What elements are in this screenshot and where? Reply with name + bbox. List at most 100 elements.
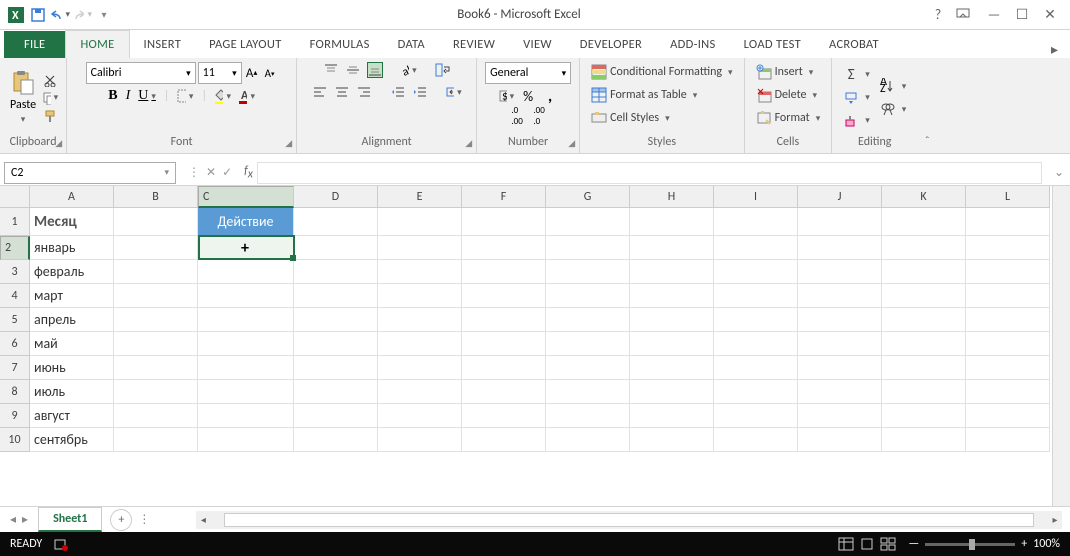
name-box[interactable]: C2▾	[4, 162, 176, 184]
cell[interactable]	[294, 260, 378, 284]
save-icon[interactable]	[28, 5, 48, 25]
delete-cells-button[interactable]: Delete	[753, 85, 820, 105]
font-launcher-icon[interactable]: ◢	[285, 138, 292, 149]
close-icon[interactable]: ✕	[1040, 6, 1060, 23]
cell[interactable]	[630, 208, 714, 236]
align-right-icon[interactable]	[356, 84, 372, 100]
cell[interactable]	[882, 332, 966, 356]
tab-developer[interactable]: DEVELOPER	[566, 31, 656, 58]
underline-button[interactable]: U	[138, 88, 156, 104]
cell[interactable]	[798, 380, 882, 404]
tab-scroll-right-icon[interactable]: ▸	[1043, 41, 1066, 58]
row-header[interactable]: 2	[0, 236, 30, 260]
cell[interactable]	[630, 308, 714, 332]
cell[interactable]: февраль	[30, 260, 114, 284]
cell[interactable]	[114, 356, 198, 380]
cell[interactable]	[198, 308, 294, 332]
collapse-ribbon-icon[interactable]: ˆ	[917, 58, 937, 153]
cell[interactable]	[882, 260, 966, 284]
cell[interactable]	[462, 208, 546, 236]
sheet-nav-prev-icon[interactable]: ◂	[10, 512, 16, 527]
cell[interactable]	[114, 260, 198, 284]
formula-input[interactable]	[257, 162, 1042, 184]
tab-formulas[interactable]: FORMULAS	[296, 31, 384, 58]
cell[interactable]	[966, 380, 1050, 404]
increase-indent-icon[interactable]	[412, 84, 428, 100]
cell[interactable]	[630, 284, 714, 308]
cell[interactable]	[714, 260, 798, 284]
cell[interactable]: май	[30, 332, 114, 356]
cell[interactable]: сентябрь	[30, 428, 114, 452]
row-header[interactable]: 4	[0, 284, 30, 308]
clipboard-launcher-icon[interactable]: ◢	[55, 138, 62, 149]
cell[interactable]	[714, 308, 798, 332]
fill-button[interactable]	[840, 88, 873, 108]
cell[interactable]	[882, 428, 966, 452]
cell[interactable]	[882, 284, 966, 308]
cell[interactable]	[462, 428, 546, 452]
cell[interactable]	[714, 208, 798, 236]
cell[interactable]	[114, 236, 198, 260]
col-header[interactable]: I	[714, 186, 798, 208]
cell[interactable]	[198, 428, 294, 452]
grid[interactable]: A B C D E F G H I J K L 1 2 3 4 5 6 7 8 …	[0, 186, 1052, 506]
select-all-button[interactable]	[0, 186, 30, 208]
cell[interactable]	[546, 380, 630, 404]
col-header[interactable]: E	[378, 186, 462, 208]
find-select-button[interactable]	[877, 99, 910, 119]
cell[interactable]	[114, 332, 198, 356]
cell[interactable]	[798, 308, 882, 332]
cell[interactable]	[546, 260, 630, 284]
tab-insert[interactable]: INSERT	[130, 31, 196, 58]
tab-file[interactable]: FILE	[4, 31, 65, 58]
percent-format-icon[interactable]: %	[520, 88, 536, 104]
qat-customize-icon[interactable]: ▾	[94, 5, 114, 25]
cell[interactable]	[294, 208, 378, 236]
cell[interactable]	[294, 428, 378, 452]
cell[interactable]	[198, 404, 294, 428]
cell[interactable]	[378, 380, 462, 404]
decrease-decimal-icon[interactable]: .00.0	[531, 108, 547, 124]
sheet-nav-next-icon[interactable]: ▸	[22, 512, 28, 527]
align-middle-icon[interactable]	[345, 62, 361, 78]
cell[interactable]	[546, 356, 630, 380]
col-header[interactable]: K	[882, 186, 966, 208]
cell[interactable]	[966, 332, 1050, 356]
maximize-icon[interactable]: ☐	[1012, 6, 1032, 23]
cell[interactable]	[714, 380, 798, 404]
cell[interactable]	[546, 332, 630, 356]
increase-decimal-icon[interactable]: .0.00	[509, 108, 525, 124]
col-header[interactable]: J	[798, 186, 882, 208]
cell[interactable]	[294, 332, 378, 356]
cell[interactable]	[198, 332, 294, 356]
col-header[interactable]: H	[630, 186, 714, 208]
help-icon[interactable]: ?	[928, 6, 948, 23]
cell[interactable]	[882, 356, 966, 380]
cell[interactable]	[798, 236, 882, 260]
cell[interactable]	[966, 428, 1050, 452]
cell[interactable]	[378, 260, 462, 284]
cell[interactable]	[798, 284, 882, 308]
cell[interactable]	[882, 236, 966, 260]
cell[interactable]	[462, 356, 546, 380]
cell[interactable]	[546, 428, 630, 452]
cell[interactable]	[882, 308, 966, 332]
cell[interactable]	[294, 236, 378, 260]
cell[interactable]: август	[30, 404, 114, 428]
col-header[interactable]: F	[462, 186, 546, 208]
cell[interactable]	[378, 236, 462, 260]
cell[interactable]	[462, 236, 546, 260]
normal-view-icon[interactable]	[836, 535, 856, 553]
cell[interactable]	[546, 284, 630, 308]
zoom-in-button[interactable]: +	[1021, 537, 1027, 551]
copy-icon[interactable]	[42, 90, 58, 106]
tab-acrobat[interactable]: ACROBAT	[815, 31, 893, 58]
cell[interactable]	[714, 356, 798, 380]
cell[interactable]	[630, 236, 714, 260]
tab-view[interactable]: VIEW	[509, 31, 566, 58]
cell[interactable]	[798, 260, 882, 284]
zoom-level[interactable]: 100%	[1033, 537, 1060, 551]
cell[interactable]	[462, 308, 546, 332]
cell[interactable]	[294, 380, 378, 404]
cell[interactable]	[714, 284, 798, 308]
